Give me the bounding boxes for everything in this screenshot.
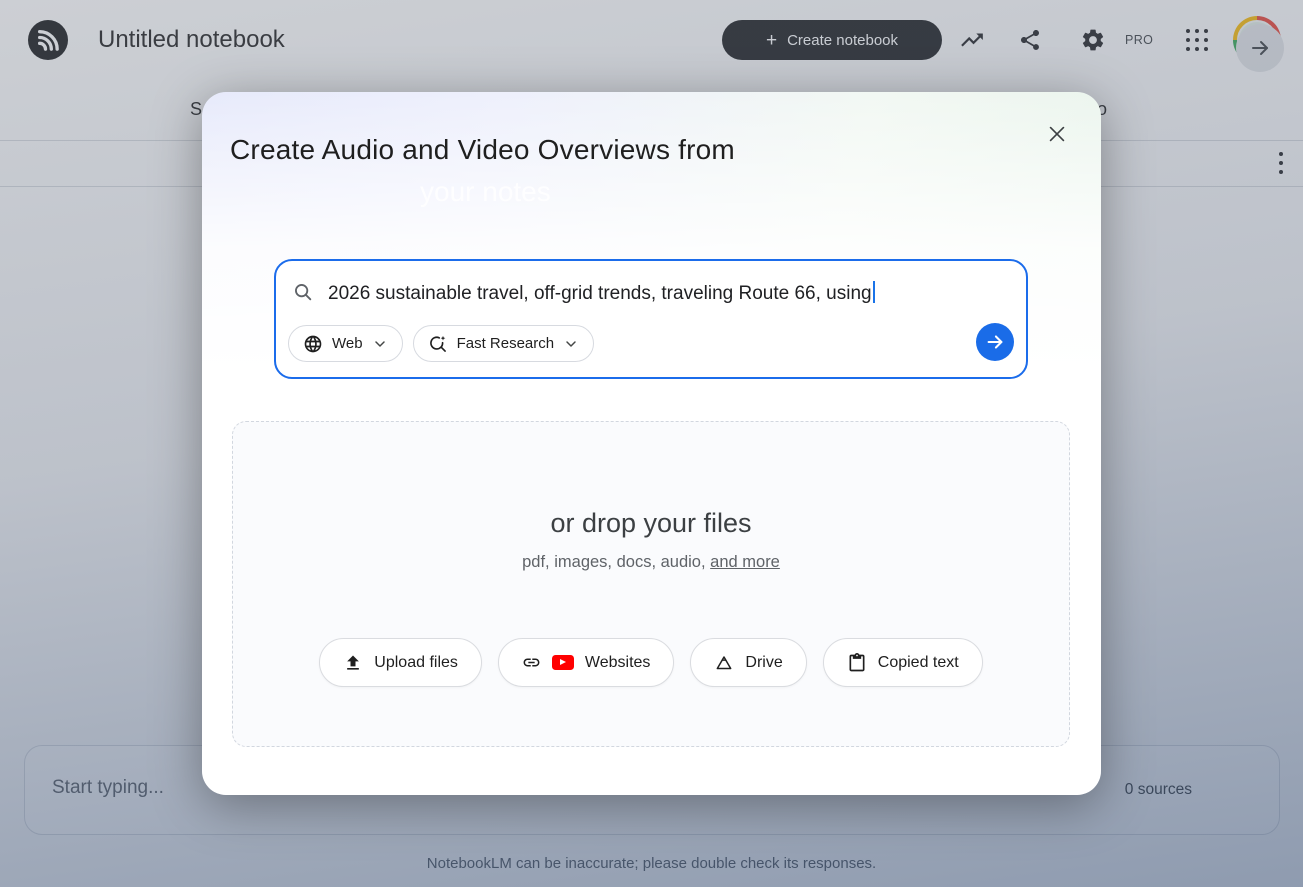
google-apps-grid-icon[interactable] [1186, 29, 1209, 52]
upload-files-label: Upload files [374, 653, 458, 671]
sources-count: 0 sources [1124, 781, 1192, 798]
submit-research-button[interactable] [976, 323, 1014, 361]
filetypes-text: pdf, images, docs, audio, [522, 553, 711, 571]
drive-button[interactable]: Drive [690, 638, 807, 687]
copied-text-label: Copied text [877, 653, 959, 671]
dropzone-heading: or drop your files [550, 508, 752, 538]
globe-icon [304, 335, 322, 352]
modal-title-ghost-line: your notes [420, 176, 551, 207]
file-dropzone[interactable]: or drop your files pdf, images, docs, au… [232, 421, 1070, 747]
settings-gear-icon[interactable] [1080, 27, 1106, 53]
youtube-icon [551, 655, 574, 670]
search-option-chips: Web Fast Research [288, 325, 595, 362]
app-window: Untitled notebook + Create notebook PRO [0, 0, 1303, 887]
create-notebook-button[interactable]: + Create notebook [722, 20, 942, 60]
and-more-link[interactable]: and more [710, 553, 780, 571]
web-chip-label: Web [332, 335, 363, 352]
plus-icon: + [765, 29, 778, 51]
websites-button[interactable]: Websites [497, 638, 675, 687]
more-options-icon[interactable] [1274, 150, 1288, 176]
source-buttons-row: Upload files Websites Drive Copied text [233, 638, 1069, 687]
clipboard-icon [849, 652, 865, 671]
analytics-trending-icon[interactable] [959, 27, 985, 53]
disclaimer-text: NotebookLM can be inaccurate; please dou… [426, 855, 877, 872]
copied-text-button[interactable]: Copied text [822, 638, 983, 687]
drive-icon [717, 655, 732, 669]
chat-send-button[interactable] [1236, 24, 1284, 72]
sources-panel-title-peek: S [190, 99, 203, 119]
arrow-right-icon [987, 335, 1003, 349]
dropzone-subtext: pdf, images, docs, audio, and more [233, 553, 1069, 572]
drive-label: Drive [745, 653, 783, 671]
close-icon[interactable] [1043, 120, 1071, 148]
text-caret [872, 281, 875, 303]
create-overviews-modal: Create Audio and Video Overviews from yo… [202, 92, 1101, 795]
websites-label: Websites [584, 653, 651, 671]
fast-research-icon [429, 335, 446, 352]
create-notebook-label: Create notebook [787, 31, 899, 49]
research-query-input[interactable]: 2026 sustainable travel, off-grid trends… [328, 281, 966, 305]
chevron-down-icon [374, 340, 385, 347]
web-source-dropdown[interactable]: Web [288, 325, 403, 362]
chat-input-placeholder[interactable]: Start typing... [52, 777, 164, 799]
modal-title: Create Audio and Video Overviews from [230, 134, 735, 165]
search-icon [292, 281, 314, 303]
notebooklm-logo-icon[interactable] [28, 20, 68, 60]
chevron-down-icon [566, 340, 576, 347]
research-mode-label: Fast Research [456, 335, 555, 352]
share-icon[interactable] [1018, 28, 1042, 52]
upload-files-button[interactable]: Upload files [319, 638, 482, 687]
research-mode-dropdown[interactable]: Fast Research [412, 325, 595, 362]
pro-badge: PRO [1125, 33, 1154, 47]
notebook-title[interactable]: Untitled notebook [98, 26, 285, 54]
link-icon [523, 658, 540, 667]
research-query-box[interactable]: 2026 sustainable travel, off-grid trends… [274, 259, 1028, 379]
upload-icon [347, 655, 360, 670]
